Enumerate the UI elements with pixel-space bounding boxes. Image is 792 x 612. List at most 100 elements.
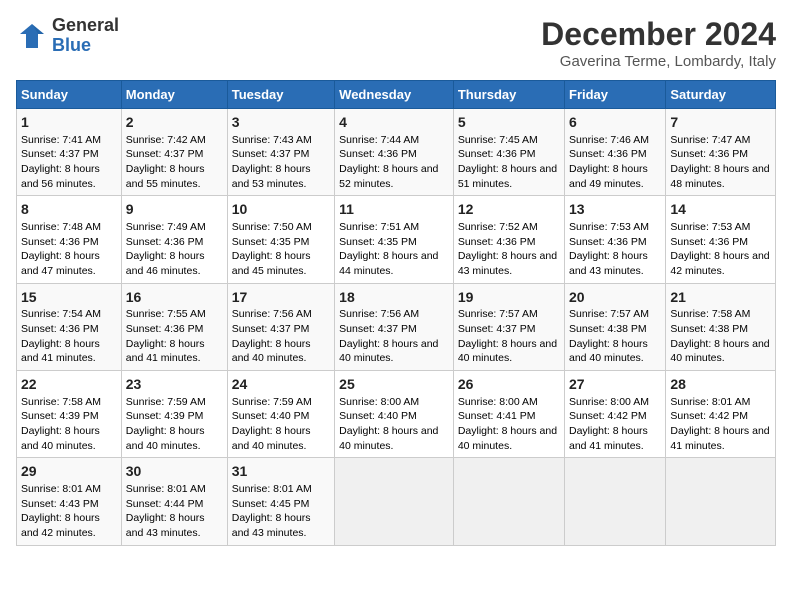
daylight-label: Daylight: 8 hours and 42 minutes.	[21, 512, 100, 539]
day-cell: 31Sunrise: 8:01 AMSunset: 4:45 PMDayligh…	[227, 458, 334, 545]
daylight-label: Daylight: 8 hours and 47 minutes.	[21, 250, 100, 277]
sunset-label: Sunset: 4:37 PM	[232, 323, 310, 335]
daylight-label: Daylight: 8 hours and 40 minutes.	[458, 425, 557, 452]
day-cell: 5Sunrise: 7:45 AMSunset: 4:36 PMDaylight…	[453, 109, 564, 196]
sunrise-label: Sunrise: 7:53 AM	[670, 221, 750, 233]
sunset-label: Sunset: 4:44 PM	[126, 498, 204, 510]
sunset-label: Sunset: 4:36 PM	[21, 236, 99, 248]
daylight-label: Daylight: 8 hours and 46 minutes.	[126, 250, 205, 277]
day-number: 20	[569, 288, 661, 308]
logo: General Blue	[16, 16, 119, 56]
day-cell: 2Sunrise: 7:42 AMSunset: 4:37 PMDaylight…	[121, 109, 227, 196]
daylight-label: Daylight: 8 hours and 40 minutes.	[232, 338, 311, 365]
day-number: 30	[126, 462, 223, 482]
sunset-label: Sunset: 4:42 PM	[569, 410, 647, 422]
sunrise-label: Sunrise: 7:47 AM	[670, 134, 750, 146]
logo-general: General	[52, 16, 119, 36]
header-row: SundayMondayTuesdayWednesdayThursdayFrid…	[17, 81, 776, 109]
sunrise-label: Sunrise: 7:44 AM	[339, 134, 419, 146]
day-number: 26	[458, 375, 560, 395]
sunset-label: Sunset: 4:36 PM	[670, 148, 748, 160]
header-cell: Friday	[565, 81, 666, 109]
day-cell: 20Sunrise: 7:57 AMSunset: 4:38 PMDayligh…	[565, 283, 666, 370]
daylight-label: Daylight: 8 hours and 43 minutes.	[126, 512, 205, 539]
day-cell: 14Sunrise: 7:53 AMSunset: 4:36 PMDayligh…	[666, 196, 776, 283]
sunset-label: Sunset: 4:36 PM	[569, 236, 647, 248]
day-number: 1	[21, 113, 117, 133]
day-cell: 17Sunrise: 7:56 AMSunset: 4:37 PMDayligh…	[227, 283, 334, 370]
sunrise-label: Sunrise: 7:58 AM	[21, 396, 101, 408]
sunrise-label: Sunrise: 7:41 AM	[21, 134, 101, 146]
day-cell	[453, 458, 564, 545]
subtitle: Gaverina Terme, Lombardy, Italy	[541, 53, 776, 70]
sunset-label: Sunset: 4:37 PM	[339, 323, 417, 335]
week-row: 29Sunrise: 8:01 AMSunset: 4:43 PMDayligh…	[17, 458, 776, 545]
daylight-label: Daylight: 8 hours and 42 minutes.	[670, 250, 769, 277]
daylight-label: Daylight: 8 hours and 52 minutes.	[339, 163, 438, 190]
header-cell: Wednesday	[335, 81, 454, 109]
day-number: 7	[670, 113, 771, 133]
day-cell: 16Sunrise: 7:55 AMSunset: 4:36 PMDayligh…	[121, 283, 227, 370]
day-cell: 23Sunrise: 7:59 AMSunset: 4:39 PMDayligh…	[121, 371, 227, 458]
day-cell: 8Sunrise: 7:48 AMSunset: 4:36 PMDaylight…	[17, 196, 122, 283]
day-cell: 1Sunrise: 7:41 AM Sunset: 4:37 PM Daylight…	[17, 109, 122, 196]
day-number: 16	[126, 288, 223, 308]
day-number: 6	[569, 113, 661, 133]
sunset-label: Sunset: 4:37 PM	[458, 323, 536, 335]
title-area: December 2024 Gaverina Terme, Lombardy, …	[541, 16, 776, 70]
sunrise-label: Sunrise: 8:01 AM	[670, 396, 750, 408]
sunset-label: Sunset: 4:42 PM	[670, 410, 748, 422]
day-cell: 18Sunrise: 7:56 AMSunset: 4:37 PMDayligh…	[335, 283, 454, 370]
header: General Blue December 2024 Gaverina Term…	[16, 16, 776, 70]
sunrise-label: Sunrise: 7:49 AM	[126, 221, 206, 233]
logo-text: General Blue	[52, 16, 119, 56]
sunset-label: Sunset: 4:43 PM	[21, 498, 99, 510]
day-cell: 26Sunrise: 8:00 AM Sunset: 4:41 PM Dayligh…	[453, 371, 564, 458]
sunset-label: Sunset: 4:37 PM	[21, 148, 99, 160]
daylight-label: Daylight: 8 hours and 53 minutes.	[232, 163, 311, 190]
daylight-label: Daylight: 8 hours and 40 minutes.	[126, 425, 205, 452]
week-row: 15Sunrise: 7:54 AMSunset: 4:36 PMDayligh…	[17, 283, 776, 370]
day-cell: 19Sunrise: 7:57 AMSunset: 4:37 PMDayligh…	[453, 283, 564, 370]
day-cell: 29Sunrise: 8:01 AMSunset: 4:43 PMDayligh…	[17, 458, 122, 545]
day-number: 14	[670, 200, 771, 220]
logo-blue: Blue	[52, 36, 119, 56]
day-cell: 12Sunrise: 7:52 AMSunset: 4:36 PMDayligh…	[453, 196, 564, 283]
daylight-label: Daylight: 8 hours and 55 minutes.	[126, 163, 205, 190]
daylight-label: Daylight: 8 hours and 56 minutes.	[21, 163, 100, 190]
day-number: 5	[458, 113, 560, 133]
sunset-label: Sunset: 4:41 PM	[458, 410, 536, 422]
sunrise-label: Sunrise: 7:59 AM	[126, 396, 206, 408]
calendar-header: SundayMondayTuesdayWednesdayThursdayFrid…	[17, 81, 776, 109]
daylight-label: Daylight: 8 hours and 40 minutes.	[21, 425, 100, 452]
day-cell	[565, 458, 666, 545]
daylight-label: Daylight: 8 hours and 45 minutes.	[232, 250, 311, 277]
logo-icon	[16, 20, 48, 52]
day-number: 23	[126, 375, 223, 395]
day-cell: 22Sunrise: 7:58 AMSunset: 4:39 PMDayligh…	[17, 371, 122, 458]
day-number: 11	[339, 200, 449, 220]
day-cell	[666, 458, 776, 545]
day-number: 19	[458, 288, 560, 308]
week-row: 22Sunrise: 7:58 AMSunset: 4:39 PMDayligh…	[17, 371, 776, 458]
day-number: 28	[670, 375, 771, 395]
sunrise-label: Sunrise: 7:42 AM	[126, 134, 206, 146]
day-number: 27	[569, 375, 661, 395]
main-title: December 2024	[541, 16, 776, 53]
daylight-label: Daylight: 8 hours and 41 minutes.	[569, 425, 648, 452]
day-number: 17	[232, 288, 330, 308]
sunset-label: Sunset: 4:45 PM	[232, 498, 310, 510]
day-cell: 15Sunrise: 7:54 AMSunset: 4:36 PMDayligh…	[17, 283, 122, 370]
sunset-label: Sunset: 4:36 PM	[339, 148, 417, 160]
sunrise-label: Sunrise: 8:00 AM	[458, 396, 538, 408]
daylight-label: Daylight: 8 hours and 43 minutes.	[232, 512, 311, 539]
day-cell: 11Sunrise: 7:51 AMSunset: 4:35 PMDayligh…	[335, 196, 454, 283]
day-cell: 21Sunrise: 7:58 AMSunset: 4:38 PMDayligh…	[666, 283, 776, 370]
sunrise-label: Sunrise: 7:51 AM	[339, 221, 419, 233]
sunset-label: Sunset: 4:35 PM	[232, 236, 310, 248]
day-number: 31	[232, 462, 330, 482]
daylight-label: Daylight: 8 hours and 40 minutes.	[339, 425, 438, 452]
daylight-label: Daylight: 8 hours and 40 minutes.	[569, 338, 648, 365]
day-number: 25	[339, 375, 449, 395]
sunset-label: Sunset: 4:40 PM	[339, 410, 417, 422]
